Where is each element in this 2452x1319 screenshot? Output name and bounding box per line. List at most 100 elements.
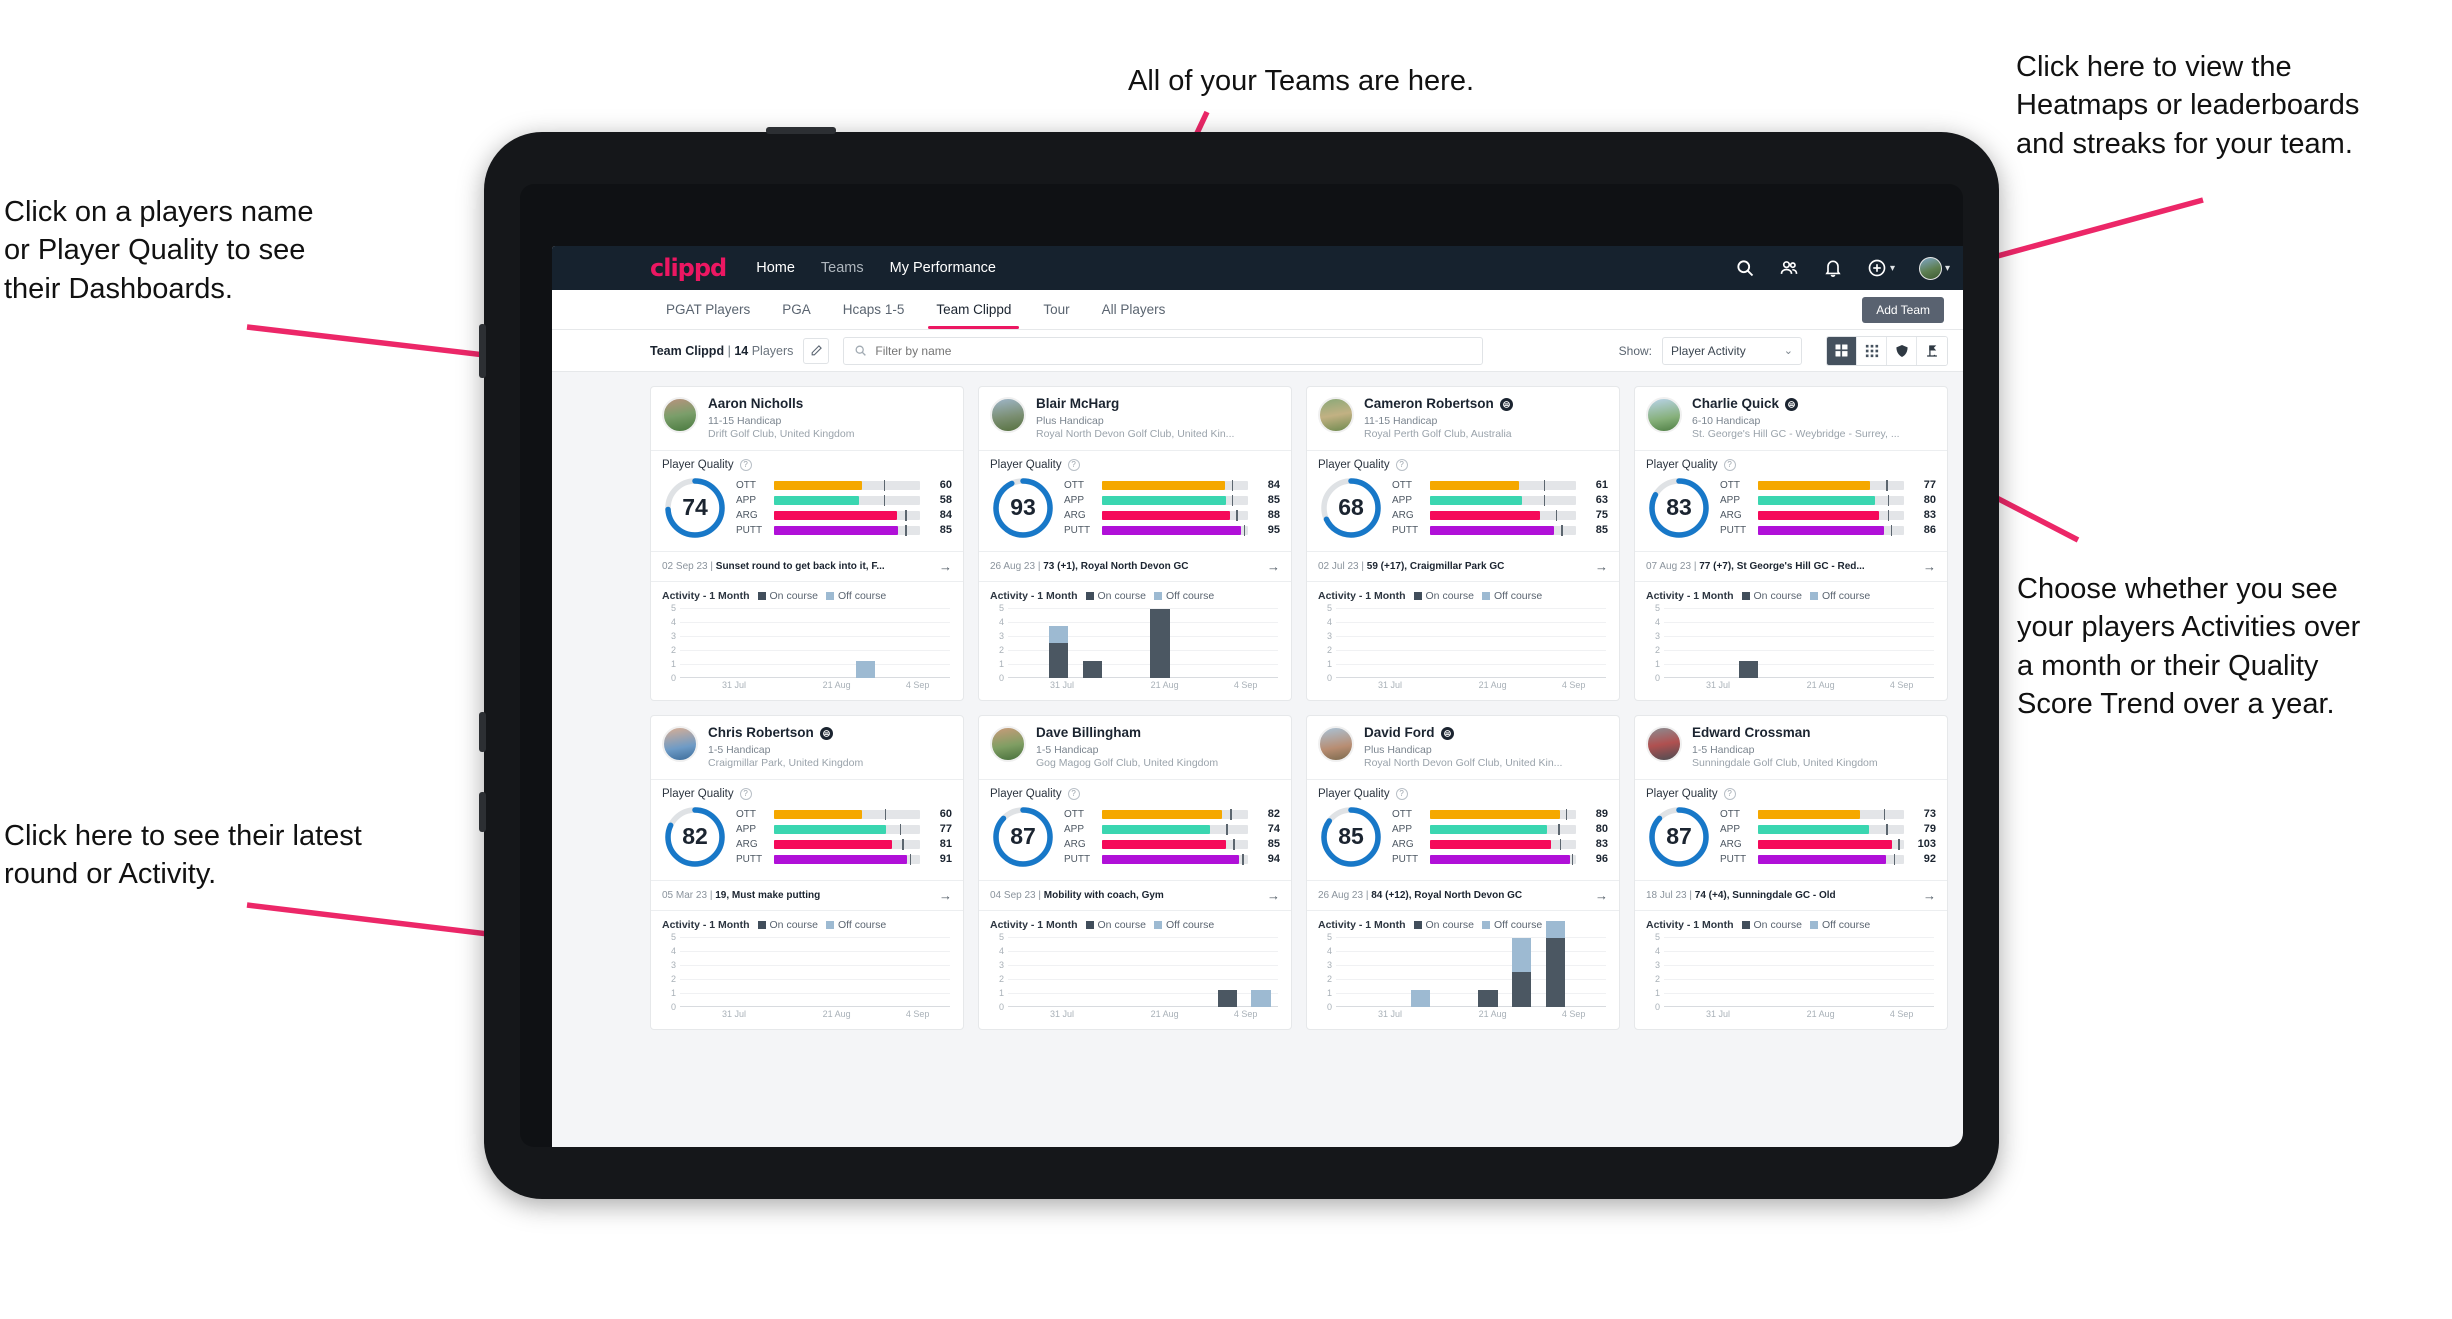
latest-round-row[interactable]: 02 Sep 23 | Sunset round to get back int… xyxy=(651,550,963,581)
player-quality-header[interactable]: Player Quality ? xyxy=(1307,780,1619,802)
latest-round-row[interactable]: 04 Sep 23 | Mobility with coach, Gym → xyxy=(979,879,1291,910)
arrow-right-icon[interactable]: → xyxy=(1595,559,1608,574)
add-team-button[interactable]: Add Team xyxy=(1862,297,1944,323)
question-icon[interactable]: ? xyxy=(1395,458,1408,471)
player-card-header[interactable]: Dave Billingham 1-5 Handicap Gog Magog G… xyxy=(979,716,1291,779)
tab-pga[interactable]: PGA xyxy=(766,290,827,329)
player-quality-header[interactable]: Player Quality ? xyxy=(651,451,963,473)
player-card-header[interactable]: Blair McHarg Plus Handicap Royal North D… xyxy=(979,387,1291,450)
plus-circle-menu[interactable]: ▾ xyxy=(1867,258,1895,278)
activity-bar[interactable] xyxy=(1738,660,1759,678)
player-name[interactable]: David Ford xyxy=(1364,725,1562,741)
player-quality-header[interactable]: Player Quality ? xyxy=(1307,451,1619,473)
edit-team-button[interactable] xyxy=(803,337,830,364)
player-name[interactable]: Dave Billingham xyxy=(1036,725,1218,741)
tab-pgat-players[interactable]: PGAT Players xyxy=(650,290,766,329)
quality-score-ring[interactable]: 68 xyxy=(1318,475,1384,541)
player-card-header[interactable]: Aaron Nicholls 11-15 Handicap Drift Golf… xyxy=(651,387,963,450)
player-quality-header[interactable]: Player Quality ? xyxy=(1635,780,1947,802)
player-card[interactable]: Chris Robertson 1-5 Handicap Craigmillar… xyxy=(650,714,964,1030)
arrow-right-icon[interactable]: → xyxy=(1595,888,1608,903)
activity-bar[interactable] xyxy=(1545,920,1566,1007)
player-card[interactable]: Dave Billingham 1-5 Handicap Gog Magog G… xyxy=(978,714,1292,1030)
player-card[interactable]: Cameron Robertson 11-15 Handicap Royal P… xyxy=(1306,386,1620,701)
latest-round-row[interactable]: 07 Aug 23 | 77 (+7), St George's Hill GC… xyxy=(1635,550,1947,581)
question-icon[interactable]: ? xyxy=(1067,458,1080,471)
leaderboard-flag-icon[interactable] xyxy=(1917,336,1947,365)
activity-bar[interactable] xyxy=(1082,660,1103,678)
activity-bar[interactable] xyxy=(1511,937,1532,1007)
player-quality-header[interactable]: Player Quality ? xyxy=(1635,451,1947,473)
player-card-header[interactable]: Charlie Quick 6-10 Handicap St. George's… xyxy=(1635,387,1947,450)
arrow-right-icon[interactable]: → xyxy=(939,559,952,574)
arrow-right-icon[interactable]: → xyxy=(939,888,952,903)
bell-icon[interactable] xyxy=(1823,258,1843,278)
player-name[interactable]: Blair McHarg xyxy=(1036,396,1234,412)
arrow-right-icon[interactable]: → xyxy=(1267,559,1280,574)
arrow-right-icon[interactable]: → xyxy=(1267,888,1280,903)
activity-bar[interactable] xyxy=(1150,609,1170,678)
player-name[interactable]: Edward Crossman xyxy=(1692,725,1878,741)
activity-bar[interactable] xyxy=(1048,626,1069,678)
activity-bar[interactable] xyxy=(1251,989,1271,1007)
search-icon[interactable] xyxy=(1735,258,1755,278)
quality-score-ring[interactable]: 74 xyxy=(662,475,728,541)
player-quality-header[interactable]: Player Quality ? xyxy=(651,780,963,802)
nav-link-teams[interactable]: Teams xyxy=(821,260,864,276)
tab-team-clippd[interactable]: Team Clippd xyxy=(920,290,1027,329)
player-card[interactable]: Edward Crossman 1-5 Handicap Sunningdale… xyxy=(1634,714,1948,1030)
quality-score-ring[interactable]: 87 xyxy=(990,804,1056,870)
grid-view-icon[interactable] xyxy=(1827,336,1857,365)
tablet-power-button[interactable] xyxy=(766,127,836,134)
latest-round-row[interactable]: 26 Aug 23 | 84 (+12), Royal North Devon … xyxy=(1307,879,1619,910)
quality-score-ring[interactable]: 93 xyxy=(990,475,1056,541)
question-icon[interactable]: ? xyxy=(1723,787,1736,800)
player-card[interactable]: Blair McHarg Plus Handicap Royal North D… xyxy=(978,386,1292,701)
quality-score-ring[interactable]: 83 xyxy=(1646,475,1712,541)
latest-round-row[interactable]: 18 Jul 23 | 74 (+4), Sunningdale GC - Ol… xyxy=(1635,879,1947,910)
latest-round-row[interactable]: 02 Jul 23 | 59 (+17), Craigmillar Park G… xyxy=(1307,550,1619,581)
question-icon[interactable]: ? xyxy=(1395,787,1408,800)
quality-score-ring[interactable]: 85 xyxy=(1318,804,1384,870)
tablet-volume-up[interactable] xyxy=(479,324,486,378)
player-name[interactable]: Chris Robertson xyxy=(708,725,863,741)
tab-hcaps-1-5[interactable]: Hcaps 1-5 xyxy=(827,290,921,329)
quality-score-ring[interactable]: 82 xyxy=(662,804,728,870)
search-input[interactable] xyxy=(875,343,1473,358)
question-icon[interactable]: ? xyxy=(739,787,752,800)
arrow-right-icon[interactable]: → xyxy=(1923,888,1936,903)
player-quality-header[interactable]: Player Quality ? xyxy=(979,451,1291,473)
nav-link-home[interactable]: Home xyxy=(756,260,795,276)
player-quality-header[interactable]: Player Quality ? xyxy=(979,780,1291,802)
nav-link-my-performance[interactable]: My Performance xyxy=(890,260,996,276)
people-icon[interactable] xyxy=(1779,258,1799,278)
question-icon[interactable]: ? xyxy=(1723,458,1736,471)
user-menu[interactable]: ▾ xyxy=(1918,256,1950,280)
player-card-header[interactable]: Cameron Robertson 11-15 Handicap Royal P… xyxy=(1307,387,1619,450)
activity-bar[interactable] xyxy=(1478,989,1498,1007)
quality-score-ring[interactable]: 87 xyxy=(1646,804,1712,870)
latest-round-row[interactable]: 26 Aug 23 | 73 (+1), Royal North Devon G… xyxy=(979,550,1291,581)
player-card-header[interactable]: David Ford Plus Handicap Royal North Dev… xyxy=(1307,716,1619,779)
search-field-wrapper[interactable] xyxy=(843,336,1484,365)
player-card[interactable]: Charlie Quick 6-10 Handicap St. George's… xyxy=(1634,386,1948,701)
player-card[interactable]: Aaron Nicholls 11-15 Handicap Drift Golf… xyxy=(650,386,964,701)
activity-bar[interactable] xyxy=(1217,989,1238,1007)
arrow-right-icon[interactable]: → xyxy=(1923,559,1936,574)
player-card[interactable]: David Ford Plus Handicap Royal North Dev… xyxy=(1306,714,1620,1030)
clippd-logo[interactable]: clippd xyxy=(650,254,727,282)
tablet-volume-down[interactable] xyxy=(479,712,486,752)
activity-bar[interactable] xyxy=(855,660,876,678)
player-name[interactable]: Charlie Quick xyxy=(1692,396,1900,412)
player-name[interactable]: Aaron Nicholls xyxy=(708,396,854,412)
latest-round-row[interactable]: 05 Mar 23 | 19, Must make putting → xyxy=(651,879,963,910)
player-card-header[interactable]: Edward Crossman 1-5 Handicap Sunningdale… xyxy=(1635,716,1947,779)
heatmap-shield-icon[interactable] xyxy=(1887,336,1917,365)
show-select[interactable]: Player Activity ⌄ xyxy=(1662,336,1802,365)
tab-all-players[interactable]: All Players xyxy=(1086,290,1182,329)
question-icon[interactable]: ? xyxy=(1067,787,1080,800)
question-icon[interactable]: ? xyxy=(739,458,752,471)
player-name[interactable]: Cameron Robertson xyxy=(1364,396,1513,412)
activity-bar[interactable] xyxy=(1410,989,1431,1007)
tab-tour[interactable]: Tour xyxy=(1027,290,1085,329)
